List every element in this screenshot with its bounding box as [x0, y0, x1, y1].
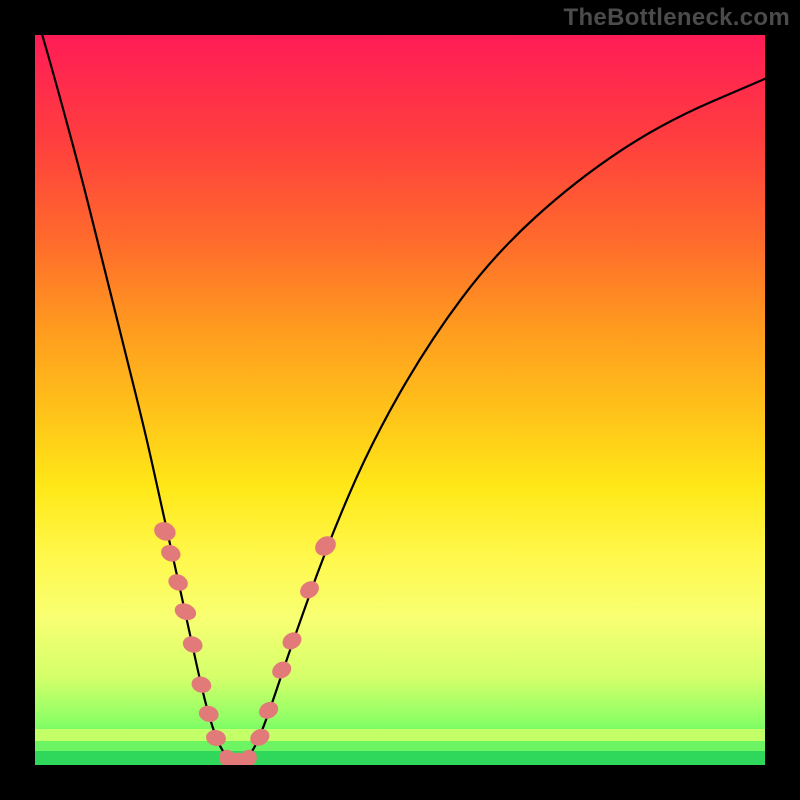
data-marker	[279, 629, 304, 653]
chart-svg	[35, 35, 765, 765]
data-marker	[197, 704, 220, 724]
data-marker	[181, 634, 205, 655]
v-curve	[42, 35, 765, 761]
attribution-text: TheBottleneck.com	[564, 4, 790, 32]
data-marker	[269, 658, 294, 682]
data-marker	[172, 600, 198, 623]
data-marker	[151, 519, 178, 544]
chart-stage: TheBottleneck.com	[0, 0, 800, 800]
data-marker	[241, 750, 257, 765]
plot-area	[35, 35, 765, 765]
data-marker	[190, 674, 214, 695]
data-marker	[311, 532, 339, 559]
data-marker	[247, 726, 272, 750]
data-marker	[205, 728, 227, 747]
data-marker	[166, 571, 191, 593]
data-marker	[256, 699, 281, 723]
data-marker	[159, 542, 184, 564]
marker-group	[151, 519, 339, 765]
